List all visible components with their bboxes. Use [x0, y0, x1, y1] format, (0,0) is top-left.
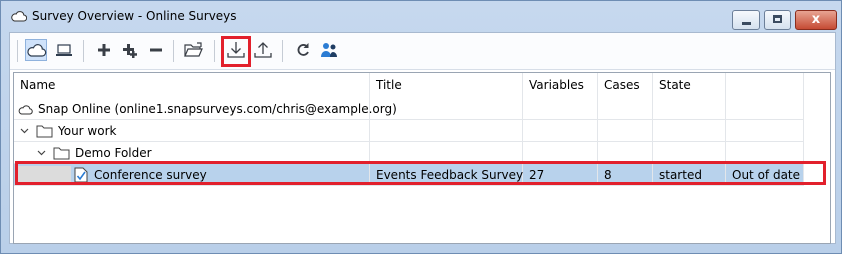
toolbar-separator — [214, 40, 215, 62]
cell-name: Your work — [14, 120, 370, 142]
cloud-view-button[interactable] — [25, 39, 47, 61]
column-header-cases[interactable]: Cases — [598, 73, 653, 98]
cell-cases — [598, 98, 653, 120]
computer-view-icon — [56, 44, 72, 56]
client-area: Name Title Variables Cases State Snap On… — [9, 32, 836, 244]
title-bar[interactable]: Survey Overview - Online Surveys x — [1, 1, 841, 31]
cloud-icon — [11, 11, 27, 22]
open-folder-icon — [184, 42, 203, 57]
cell-state — [653, 98, 726, 120]
chevron-down-icon[interactable] — [37, 150, 46, 156]
column-header-variables[interactable]: Variables — [523, 73, 598, 98]
window-title: Survey Overview - Online Surveys — [32, 9, 237, 23]
refresh-icon — [297, 43, 309, 56]
users-button[interactable] — [318, 39, 340, 61]
cell-extra — [726, 120, 804, 142]
tree-row-server[interactable]: Snap Online (online1.snapsurveys.com/chr… — [14, 98, 804, 120]
chevron-down-icon[interactable] — [20, 128, 29, 134]
open-folder-button[interactable] — [183, 39, 205, 61]
add-button[interactable] — [93, 39, 115, 61]
remove-button[interactable] — [145, 39, 167, 61]
cell-variables — [523, 120, 598, 142]
row-label: Snap Online (online1.snapsurveys.com/chr… — [38, 102, 397, 116]
cell-cases — [598, 120, 653, 142]
tree-row-your-work[interactable]: Your work — [14, 120, 804, 142]
column-header-extra[interactable] — [726, 73, 804, 98]
folder-icon — [36, 125, 53, 138]
toolbar-separator — [83, 40, 84, 62]
upload-icon — [254, 42, 272, 58]
folder-icon — [53, 147, 70, 160]
cell-variables — [523, 98, 598, 120]
computer-view-button[interactable] — [53, 39, 75, 61]
add-multiple-icon — [123, 44, 137, 58]
users-icon — [321, 43, 337, 57]
toolbar-separator — [17, 40, 18, 62]
cloud-view-icon — [27, 44, 47, 57]
column-header-title[interactable]: Title — [370, 73, 523, 98]
cell-title — [370, 98, 523, 120]
refresh-button[interactable] — [292, 39, 314, 61]
close-icon: x — [811, 12, 821, 27]
survey-overview-window: Survey Overview - Online Surveys x Name … — [0, 0, 842, 254]
maximize-button[interactable] — [764, 10, 791, 30]
toolbar-separator — [173, 40, 174, 62]
selection-highlight — [15, 161, 826, 185]
remove-icon — [150, 48, 162, 52]
cell-state — [653, 120, 726, 142]
cell-title — [370, 120, 523, 142]
close-button[interactable]: x — [795, 10, 837, 30]
maximize-icon — [773, 15, 782, 23]
row-label: Your work — [58, 124, 117, 138]
toolbar — [10, 33, 835, 70]
column-header-name[interactable]: Name — [14, 73, 370, 98]
cell-name: Snap Online (online1.snapsurveys.com/chr… — [14, 98, 397, 120]
minimize-button[interactable] — [732, 10, 760, 30]
cloud-icon — [18, 105, 33, 115]
survey-grid: Name Title Variables Cases State Snap On… — [13, 72, 831, 244]
toolbar-separator — [282, 40, 283, 62]
upload-button[interactable] — [252, 39, 274, 61]
column-header-state[interactable]: State — [653, 73, 726, 98]
row-label: Demo Folder — [75, 146, 152, 160]
add-icon — [98, 44, 110, 56]
minimize-icon — [742, 22, 751, 25]
download-highlight — [221, 36, 251, 67]
add-multiple-button[interactable] — [119, 39, 141, 61]
cell-extra — [726, 98, 804, 120]
